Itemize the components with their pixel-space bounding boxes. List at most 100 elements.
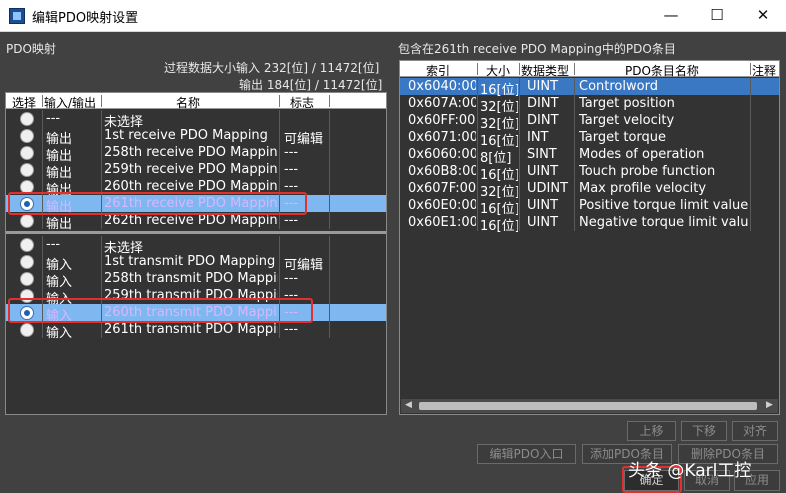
table-row[interactable]: 0x607F:00 32[位] UDINT Max profile velocity (400, 180, 779, 200)
column-separator (329, 110, 330, 127)
table-row[interactable]: 输入 261th transmit PDO Mapping --- (6, 321, 386, 341)
column-separator (279, 321, 280, 338)
type-cell: SINT (527, 147, 557, 162)
column-separator (42, 253, 43, 270)
column-separator (101, 127, 102, 144)
column-separator (477, 112, 478, 129)
select-radio[interactable] (20, 129, 34, 143)
flag-cell: --- (284, 145, 299, 160)
type-cell: DINT (527, 113, 559, 128)
column-separator (477, 146, 478, 163)
column-separator (750, 146, 751, 163)
column-separator (477, 78, 478, 95)
column-separator (329, 178, 330, 195)
align-button[interactable]: 对齐 (732, 421, 778, 441)
table-row[interactable]: 0x6071:00 16[位] INT Target torque (400, 129, 779, 149)
column-separator (519, 197, 520, 214)
annotation-box-receive (8, 192, 307, 215)
select-radio[interactable] (20, 272, 34, 286)
scroll-right-icon[interactable]: ▶ (766, 400, 773, 410)
column-separator (42, 161, 43, 178)
entry-name-cell: Touch probe function (579, 164, 716, 179)
entry-name-cell: Max profile velocity (579, 181, 707, 196)
column-separator (101, 270, 102, 287)
column-separator (750, 78, 751, 95)
index-cell: 0x6040:00 (408, 79, 476, 94)
table-row[interactable]: 输出 1st receive PDO Mapping 可编辑 (6, 127, 386, 147)
process-input-size: 过程数据大小输入 232[位] / 11472[位] (164, 61, 380, 75)
index-cell: 0x60E1:00 (408, 215, 476, 230)
table-row[interactable]: 0x60FF:00 32[位] DINT Target velocity (400, 112, 779, 132)
type-cell: UINT (527, 164, 559, 179)
entry-name-cell: Target velocity (579, 113, 675, 128)
column-separator (279, 110, 280, 127)
index-cell: 0x6060:00 (408, 147, 476, 162)
entries-hscrollbar[interactable]: ◀ ▶ (401, 399, 778, 413)
name-cell: 261th transmit PDO Mapping (104, 322, 278, 337)
table-row[interactable]: 0x60E0:00 16[位] UINT Positive torque limit … (400, 197, 779, 217)
table-row[interactable]: 输入 1st transmit PDO Mapping 可编辑 (6, 253, 386, 273)
column-separator (750, 112, 751, 129)
column-separator (477, 197, 478, 214)
table-row[interactable]: 0x6060:00 8[位] SINT Modes of operation (400, 146, 779, 166)
column-separator (574, 78, 575, 95)
select-radio[interactable] (20, 112, 34, 126)
select-radio[interactable] (20, 238, 34, 252)
column-separator (519, 112, 520, 129)
table-row[interactable]: 0x607A:00 32[位] DINT Target position (400, 95, 779, 115)
select-radio[interactable] (20, 323, 34, 337)
table-row[interactable]: --- 未选择 (6, 110, 386, 130)
pdo-entries-title: 包含在261th receive PDO Mapping中的PDO条目 (398, 42, 676, 56)
select-radio[interactable] (20, 214, 34, 228)
entry-name-cell: Negative torque limit value (579, 215, 749, 230)
column-separator (42, 144, 43, 161)
column-separator (750, 129, 751, 146)
type-cell: UINT (527, 215, 559, 230)
column-separator (42, 236, 43, 253)
table-row[interactable]: 输出 259th receive PDO Mapping --- (6, 161, 386, 181)
name-cell: 262th receive PDO Mapping (104, 213, 278, 228)
flag-cell: --- (284, 162, 299, 177)
io-cell: --- (46, 111, 61, 126)
header-entry-name: PDO条目名称 (625, 64, 699, 78)
header-note: 注释 (752, 64, 777, 78)
column-separator (42, 127, 43, 144)
move-down-button[interactable]: 下移 (681, 421, 727, 441)
maximize-button[interactable]: ☐ (694, 0, 740, 31)
process-output-size: 输出 184[位] / 11472[位] (239, 78, 383, 92)
column-separator (101, 321, 102, 338)
index-cell: 0x60E0:00 (408, 198, 476, 213)
select-radio[interactable] (20, 146, 34, 160)
table-row[interactable]: --- 未选择 (6, 236, 386, 256)
column-separator (519, 78, 520, 95)
column-separator (329, 304, 330, 321)
scroll-thumb[interactable] (419, 402, 757, 410)
column-separator (101, 110, 102, 127)
entry-name-cell: Target torque (579, 130, 667, 145)
column-separator (329, 195, 330, 212)
column-separator (329, 270, 330, 287)
move-up-button[interactable]: 上移 (627, 421, 676, 441)
flag-cell: --- (284, 322, 299, 337)
table-row[interactable]: 0x60B8:00 16[位] UINT Touch probe function (400, 163, 779, 183)
column-separator (329, 161, 330, 178)
pdo-mapping-title: PDO映射 (6, 42, 56, 56)
table-row[interactable]: 输出 258th receive PDO Mapping --- (6, 144, 386, 164)
name-cell: 258th transmit PDO Mapping (104, 271, 278, 286)
scroll-left-icon[interactable]: ◀ (405, 400, 412, 410)
minimize-button[interactable]: — (648, 0, 694, 31)
select-radio[interactable] (20, 255, 34, 269)
table-row[interactable]: 输入 258th transmit PDO Mapping --- (6, 270, 386, 290)
close-button[interactable]: ✕ (740, 0, 786, 31)
column-separator (101, 253, 102, 270)
table-row[interactable]: 0x6040:00 16[位] UINT Controlword (400, 78, 779, 98)
edit-pdo-entry-button[interactable]: 编辑PDO入口 (477, 444, 576, 464)
select-radio[interactable] (20, 163, 34, 177)
column-separator (101, 144, 102, 161)
column-separator (42, 110, 43, 127)
table-row[interactable]: 0x60E1:00 16[位] UINT Negative torque limit … (400, 214, 779, 234)
column-separator (329, 253, 330, 270)
column-separator (519, 95, 520, 112)
column-separator (279, 270, 280, 287)
grid-header: 选择 输入/输出 名称 标志 (6, 93, 386, 110)
